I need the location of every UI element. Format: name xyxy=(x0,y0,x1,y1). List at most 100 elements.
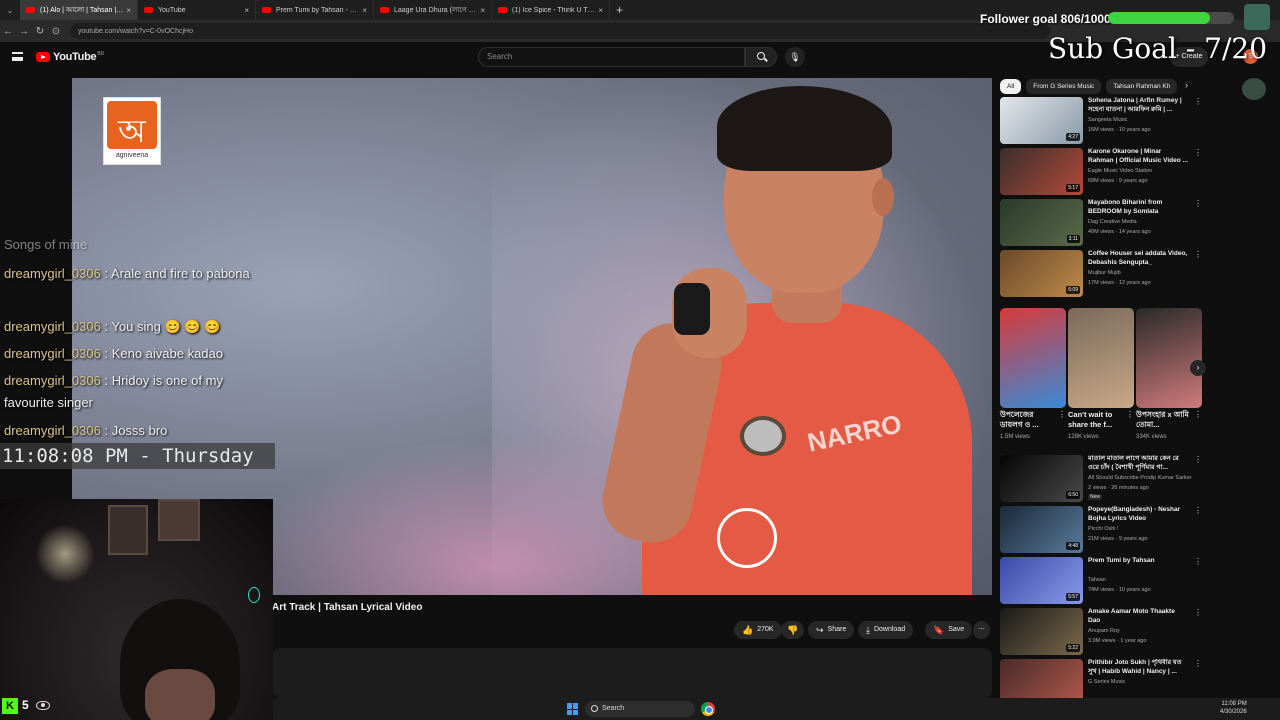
channel-name[interactable]: Dag Creative Media xyxy=(1088,219,1137,225)
tab-close-icon[interactable]: × xyxy=(244,6,249,15)
filter-chip[interactable]: All xyxy=(1000,78,1022,94)
chevron-right-icon[interactable]: › xyxy=(1185,80,1188,90)
short-thumbnail[interactable] xyxy=(1000,308,1066,408)
tab-close-icon[interactable]: × xyxy=(362,6,367,15)
video-thumbnail[interactable]: 4:27 xyxy=(1000,97,1083,144)
channel-name[interactable]: Picchi Oshi ! xyxy=(1088,526,1119,532)
video-thumbnail[interactable]: 5:17 xyxy=(1000,148,1083,195)
short-thumbnail[interactable] xyxy=(1136,308,1202,408)
tab-search-icon[interactable]: ⌄ xyxy=(0,6,20,15)
share-button[interactable]: ↪ Share xyxy=(808,621,855,639)
share-icon: ↪ xyxy=(816,625,824,635)
short-title[interactable]: উপসংহার x আমি তোমা... xyxy=(1136,410,1192,430)
new-tab-button[interactable]: + xyxy=(616,3,623,17)
channel-name[interactable]: All Should Subscribe Prodip Kumar Sarker xyxy=(1088,475,1192,481)
filter-chip[interactable]: Tahsan Rahman Kh xyxy=(1106,78,1178,94)
chat-username[interactable]: dreamygirl_0306 xyxy=(4,423,101,438)
browser-tab[interactable]: Laage Ura Dhura (লাগে উরা ধুরা× xyxy=(374,0,492,20)
recommended-video[interactable]: 4:48 Popeye(Bangladesh) - Neshar Bojha Ly… xyxy=(1000,506,1202,554)
video-title[interactable]: Prem Tumi by Tahsan xyxy=(1088,557,1188,566)
browser-tab[interactable]: Prem Tumi by Tahsan - YouTub× xyxy=(256,0,374,20)
video-title[interactable]: Prithibir Joto Sukh | পৃথিবীর যত সুখ | H… xyxy=(1088,659,1188,676)
tab-close-icon[interactable]: × xyxy=(480,6,485,15)
video-thumbnail[interactable]: 5:57 xyxy=(1000,557,1083,604)
browser-tab[interactable]: (1) Alo | আলো | Tahsan | Alb × xyxy=(20,0,138,20)
recommended-video[interactable]: 5:22 Amake Aamar Moto Thaakte Dao Anupam R… xyxy=(1000,608,1202,656)
dislike-button[interactable]: 👎 xyxy=(781,621,805,639)
video-title[interactable]: Karone Okarone | Minar Rahman | Official… xyxy=(1088,148,1188,165)
video-title[interactable]: মাতাল মাতাল লাগে আমার কেন রে ওরে চাঁদ ( … xyxy=(1088,455,1188,472)
more-vert-icon[interactable]: ⋮ xyxy=(1194,506,1202,515)
like-button[interactable]: 👍 270K xyxy=(734,621,782,639)
more-vert-icon[interactable]: ⋮ xyxy=(1194,608,1202,617)
video-thumbnail[interactable]: 6:09 xyxy=(1000,250,1083,297)
channel-name[interactable]: Sangeeta Music xyxy=(1088,117,1127,123)
more-vert-icon[interactable]: ⋮ xyxy=(1058,410,1066,419)
video-meta: 69M views · 9 years ago xyxy=(1088,178,1148,184)
video-thumbnail[interactable]: 5:22 xyxy=(1000,608,1083,655)
windows-start-icon[interactable] xyxy=(567,703,579,715)
tab-close-icon[interactable]: × xyxy=(598,6,603,15)
more-vert-icon[interactable]: ⋮ xyxy=(1194,250,1202,259)
more-actions-button[interactable]: ⋯ xyxy=(973,621,990,639)
youtube-favicon-icon xyxy=(380,7,389,13)
more-vert-icon[interactable]: ⋮ xyxy=(1194,410,1202,419)
video-title[interactable]: Sohena Jatona | Arfin Rumey | সহেনা যাতন… xyxy=(1088,97,1188,114)
video-title[interactable]: Popeye(Bangladesh) - Neshar Bojha Lyrics… xyxy=(1088,506,1188,523)
recommended-video[interactable]: 4:27 Sohena Jatona | Arfin Rumey | সহেনা … xyxy=(1000,97,1202,145)
search-button[interactable] xyxy=(745,47,777,67)
chat-username[interactable]: dreamygirl_0306 xyxy=(4,319,101,334)
channel-name[interactable]: G Series Music xyxy=(1088,679,1125,685)
recommended-video[interactable]: 5:57 Prem Tumi by Tahsan Tahsan 74M views ·… xyxy=(1000,557,1202,605)
channel-name[interactable]: Mujibur Mujib xyxy=(1088,270,1121,276)
video-thumbnail[interactable]: 4:48 xyxy=(1000,506,1083,553)
back-icon[interactable]: ← xyxy=(0,26,16,37)
video-title[interactable]: Mayabono Biharini from BEDROOM by Somlat… xyxy=(1088,199,1188,216)
more-vert-icon[interactable]: ⋮ xyxy=(1194,659,1202,668)
reload-icon[interactable]: ↻ xyxy=(32,26,48,37)
video-title[interactable]: Coffee Houser sei addata Video, Debashis… xyxy=(1088,250,1188,267)
recommended-video[interactable]: 6:50 মাতাল মাতাল লাগে আমার কেন রে ওরে চাঁ… xyxy=(1000,455,1202,503)
shorts-next-chevron-icon[interactable]: › xyxy=(1190,360,1206,376)
save-label: Save xyxy=(948,626,965,633)
video-thumbnail[interactable]: 6:50 xyxy=(1000,455,1083,502)
channel-name[interactable]: Anupam Roy xyxy=(1088,628,1120,634)
voice-search-mic-icon[interactable]: 🎙 xyxy=(785,47,805,67)
save-button[interactable]: 🔖 Save xyxy=(925,621,973,639)
chrome-icon[interactable] xyxy=(701,702,715,716)
description-box[interactable] xyxy=(272,648,992,698)
channel-name[interactable]: Tahsan xyxy=(1088,577,1106,583)
browser-tab[interactable]: YouTube × xyxy=(138,0,256,20)
video-title[interactable]: Amake Aamar Moto Thaakte Dao xyxy=(1088,608,1188,625)
more-vert-icon[interactable]: ⋮ xyxy=(1194,148,1202,157)
hamburger-menu-icon[interactable] xyxy=(12,52,23,61)
taskbar-search[interactable]: Search xyxy=(585,701,695,717)
system-clock[interactable]: 11:08 PM 4/30/2026 xyxy=(1220,700,1247,716)
more-vert-icon[interactable]: ⋮ xyxy=(1126,410,1134,419)
video-thumbnail[interactable]: 3:11 xyxy=(1000,199,1083,246)
chat-username[interactable]: dreamygirl_0306 xyxy=(4,346,101,361)
more-vert-icon[interactable]: ⋮ xyxy=(1194,455,1202,464)
chat-username[interactable]: dreamygirl_0306 xyxy=(4,266,101,281)
recommended-video[interactable]: 5:17 Karone Okarone | Minar Rahman | Offi… xyxy=(1000,148,1202,196)
recommended-video[interactable]: 6:09 Coffee Houser sei addata Video, Deba… xyxy=(1000,250,1202,298)
filter-chip[interactable]: From G Series Music xyxy=(1026,78,1102,94)
site-info-icon[interactable]: ⊙ xyxy=(48,26,64,37)
youtube-logo[interactable]: YouTube BD xyxy=(36,51,104,63)
search-input[interactable]: Search xyxy=(478,47,745,67)
short-title[interactable]: Can't wait to share the f... xyxy=(1068,410,1124,430)
more-vert-icon[interactable]: ⋮ xyxy=(1194,557,1202,566)
url-field[interactable]: youtube.com/watch?v=C-0vOChcjHo xyxy=(70,23,1050,39)
forward-icon[interactable]: → xyxy=(16,26,32,37)
tab-close-icon[interactable]: × xyxy=(126,6,131,15)
channel-name[interactable]: Eagle Music Video Station xyxy=(1088,168,1152,174)
short-thumbnail[interactable] xyxy=(1068,308,1134,408)
short-title[interactable]: উপলেজের ডায়লগ ও ... xyxy=(1000,410,1056,430)
eye-icon xyxy=(36,701,50,710)
browser-tab[interactable]: (1) Ice Spice - Think U The Shi× xyxy=(492,0,610,20)
chat-username[interactable]: dreamygirl_0306 xyxy=(4,373,101,388)
recommended-video[interactable]: 3:11 Mayabono Biharini from BEDROOM by So… xyxy=(1000,199,1202,247)
more-vert-icon[interactable]: ⋮ xyxy=(1194,199,1202,208)
more-vert-icon[interactable]: ⋮ xyxy=(1194,97,1202,106)
download-button[interactable]: ⤓ Download xyxy=(858,621,914,639)
